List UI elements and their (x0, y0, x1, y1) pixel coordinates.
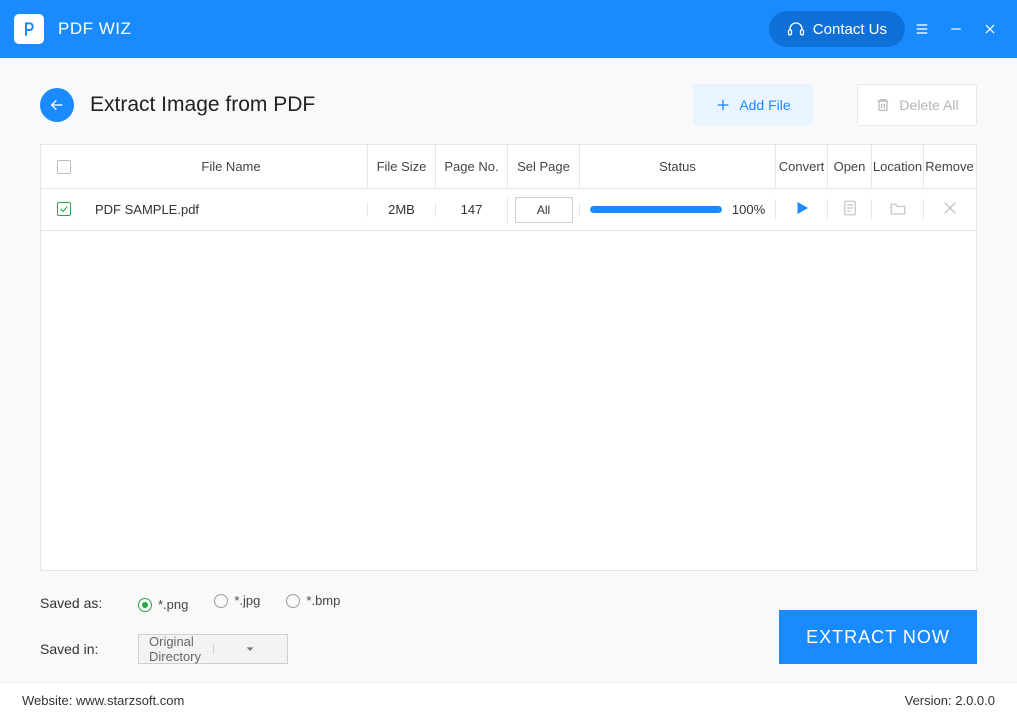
delete-all-button[interactable]: Delete All (857, 84, 977, 126)
open-file-icon[interactable] (841, 199, 859, 217)
radio-dot-icon (214, 594, 228, 608)
contact-us-label: Contact Us (813, 21, 887, 38)
format-label: *.jpg (234, 593, 260, 608)
footer-version: 2.0.0.0 (955, 693, 995, 708)
footer: Website: www.starzsoft.com Version: 2.0.… (0, 682, 1017, 718)
footer-website: www.starzsoft.com (76, 693, 184, 708)
select-page-button[interactable]: All (515, 197, 573, 223)
file-table: File Name File Size Page No. Sel Page St… (40, 144, 977, 571)
page-title: Extract Image from PDF (90, 93, 315, 117)
format-label: *.bmp (306, 593, 340, 608)
app-logo (14, 14, 44, 44)
minimize-icon[interactable] (939, 12, 973, 46)
footer-website-label: Website: (22, 693, 72, 708)
radio-dot-icon (138, 598, 152, 612)
save-directory-select[interactable]: Original Directory (138, 634, 288, 664)
format-label: *.png (158, 597, 188, 612)
cell-pageno: 147 (435, 202, 507, 217)
col-status: Status (579, 145, 775, 188)
delete-all-label: Delete All (899, 97, 958, 113)
row-checkbox[interactable] (57, 202, 71, 216)
contact-us-button[interactable]: Contact Us (769, 11, 905, 47)
col-filesize: File Size (367, 145, 435, 188)
col-pageno: Page No. (435, 145, 507, 188)
table-header: File Name File Size Page No. Sel Page St… (41, 145, 976, 189)
remove-row-icon[interactable] (941, 199, 959, 217)
col-open: Open (827, 145, 871, 188)
open-location-icon[interactable] (889, 199, 907, 217)
extract-now-button[interactable]: EXTRACT NOW (779, 610, 977, 664)
select-all-checkbox[interactable] (57, 160, 71, 174)
cell-filesize: 2MB (367, 202, 435, 217)
add-file-button[interactable]: Add File (693, 84, 813, 126)
saved-as-label: Saved as: (40, 595, 118, 611)
title-bar: PDF WIZ Contact Us (0, 0, 1017, 58)
convert-button[interactable] (793, 199, 811, 217)
close-icon[interactable] (973, 12, 1007, 46)
radio-dot-icon (286, 594, 300, 608)
col-selpage: Sel Page (507, 145, 579, 188)
save-directory-value: Original Directory (139, 634, 213, 664)
col-convert: Convert (775, 145, 827, 188)
app-name: PDF WIZ (58, 19, 131, 39)
table-row: PDF SAMPLE.pdf2MB147 All 100% (41, 189, 976, 231)
saved-in-label: Saved in: (40, 641, 118, 657)
col-filename: File Name (87, 145, 367, 188)
format-radio[interactable]: *.jpg (214, 593, 260, 608)
format-radio[interactable]: *.png (138, 597, 188, 612)
format-radio[interactable]: *.bmp (286, 593, 340, 608)
back-button[interactable] (40, 88, 74, 122)
col-remove: Remove (923, 145, 975, 188)
footer-version-label: Version: (905, 693, 952, 708)
col-location: Location (871, 145, 923, 188)
add-file-label: Add File (739, 97, 790, 113)
chevron-down-icon (213, 644, 288, 654)
cell-filename: PDF SAMPLE.pdf (87, 202, 367, 217)
hamburger-icon[interactable] (905, 12, 939, 46)
progress-bar (590, 206, 722, 213)
progress-label: 100% (732, 202, 765, 217)
